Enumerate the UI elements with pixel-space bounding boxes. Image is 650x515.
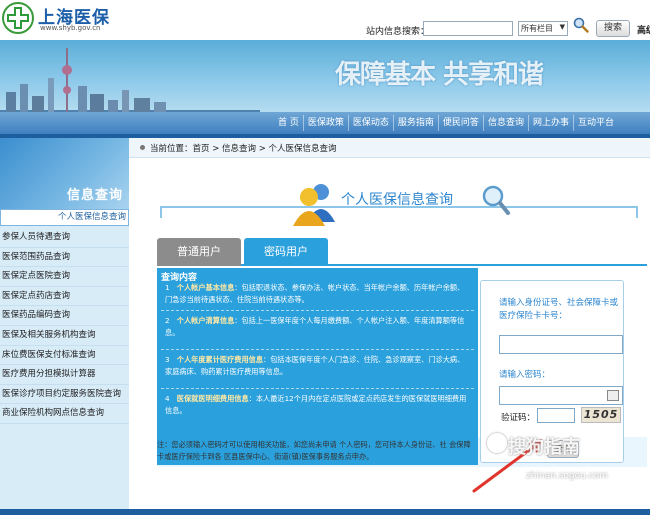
- search-button[interactable]: 搜索: [596, 20, 630, 37]
- password-label: 请输入密码：: [499, 370, 551, 380]
- info-item: 2 个人帐户清算信息：包括上一医保年度个人每月缴费额、个人帐户注入额、年度清算额…: [165, 316, 465, 337]
- footer-stripe: [0, 509, 650, 515]
- nav-item-query[interactable]: 信息查询: [482, 115, 528, 131]
- watermark-logo-icon: [487, 433, 507, 453]
- tab-normal-user[interactable]: 普通用户: [157, 238, 241, 266]
- nav-item-interactive[interactable]: 互动平台: [572, 115, 618, 131]
- nav-item-news[interactable]: 医保动态: [347, 115, 393, 131]
- sidebar-item[interactable]: 医疗费用分担模拟计算器: [0, 365, 129, 385]
- sidebar-item[interactable]: 医保药品编码查询: [0, 306, 129, 326]
- captcha-label: 验证码：: [501, 413, 536, 423]
- captcha-input[interactable]: [537, 408, 575, 423]
- sidebar-item[interactable]: 床位费医保支付标准查询: [0, 346, 129, 366]
- keyboard-icon[interactable]: [607, 390, 619, 401]
- info-item: 4 医保就医明细费用信息：本人最近12个月内在定点医院或定点药店发生的医保就医明…: [165, 394, 467, 415]
- bullet-icon: [140, 145, 145, 150]
- nav-item-online[interactable]: 网上办事: [527, 115, 573, 131]
- captcha-image[interactable]: 1505: [581, 407, 621, 423]
- sidebar-header: 信息查询: [0, 138, 129, 209]
- card-number-input[interactable]: [499, 335, 623, 354]
- search-scope-value: 所有栏目: [521, 24, 553, 33]
- divider: [161, 310, 474, 311]
- sidebar-item-active[interactable]: 个人医保信息查询: [0, 209, 129, 226]
- sidebar-item[interactable]: 医保范围药品查询: [0, 248, 129, 268]
- search-scope-select[interactable]: 所有栏目 ▼: [518, 21, 568, 36]
- magnifier-icon: [482, 185, 510, 215]
- sidebar-item[interactable]: 医保定点药店查询: [0, 287, 129, 307]
- info-item: 3 个人年度累计医疗费用信息：包括本医保年度个人门急诊、住院、急诊观察室、门诊大…: [165, 355, 465, 376]
- nav-item-faq[interactable]: 便民问答: [437, 115, 483, 131]
- page-root: 上海医保 www.shyb.gov.cn 站内信息搜索： 所有栏目 ▼ 搜索 高…: [0, 0, 650, 515]
- users-icon: [293, 184, 335, 226]
- search-icon[interactable]: [573, 17, 589, 33]
- advanced-search-link[interactable]: 高级: [637, 23, 650, 36]
- main-content: 个人医保信息查询 普通用户 密码用户 查询内容 1 个人帐户基本信息：包括职退状…: [129, 158, 650, 515]
- main-nav: 首 页 医保政策 医保动态 服务指南 便民问答 信息查询 网上办事 互动平台: [0, 112, 650, 134]
- page-title: 个人医保信息查询: [341, 192, 453, 208]
- banner-slogan: 保障基本 共享和谐: [335, 60, 544, 90]
- logo-url: www.shyb.gov.cn: [40, 24, 101, 32]
- sidebar: 信息查询 个人医保信息查询 参保人员待遇查询 医保范围药品查询 医保定点医院查询…: [0, 138, 129, 515]
- breadcrumb-text: 当前位置：首页 > 信息查询 > 个人医保信息查询: [150, 144, 337, 154]
- watermark-text: 搜狗指南: [508, 437, 580, 458]
- nav-item-policy[interactable]: 医保政策: [302, 115, 348, 131]
- divider: [161, 388, 474, 389]
- sidebar-item[interactable]: 医保定点医院查询: [0, 267, 129, 287]
- query-content-panel: 查询内容 1 个人帐户基本信息：包括职退状态、参保办法、帐户状态、当年帐户余额、…: [157, 268, 478, 465]
- search-label: 站内信息搜索：: [366, 27, 430, 37]
- info-item: 1 个人帐户基本信息：包括职退状态、参保办法、帐户状态、当年帐户余额、历年帐户余…: [165, 283, 465, 304]
- sidebar-item[interactable]: 医保诊疗项目约定服务医院查询: [0, 385, 129, 405]
- chevron-down-icon: ▼: [559, 23, 565, 31]
- sidebar-item[interactable]: 医保及相关服务机构查询: [0, 326, 129, 346]
- nav-item-home[interactable]: 首 页: [274, 115, 303, 131]
- sidebar-item[interactable]: 商业保险机构网点信息查询: [0, 404, 129, 424]
- logo-cross-icon: [2, 2, 34, 34]
- sidebar-title: 信息查询: [66, 188, 123, 203]
- user-type-tabs: 普通用户 密码用户: [157, 238, 647, 266]
- breadcrumb: 当前位置：首页 > 信息查询 > 个人医保信息查询: [129, 138, 650, 158]
- card-number-label: 请输入身份证号、社会保障卡或医疗保险卡卡号：: [499, 298, 619, 321]
- password-notice: 注：您必须输入密码才可以使用相关功能，如您尚未申请 个人密码，您可持本人身份证、…: [157, 440, 471, 461]
- sidebar-item[interactable]: 参保人员待遇查询: [0, 228, 129, 248]
- top-bar: 上海医保 www.shyb.gov.cn 站内信息搜索： 所有栏目 ▼ 搜索 高…: [0, 0, 650, 40]
- tab-password-user[interactable]: 密码用户: [244, 238, 328, 266]
- nav-item-guide[interactable]: 服务指南: [392, 115, 438, 131]
- search-input[interactable]: [423, 21, 513, 36]
- watermark-url: zhinan.sogou.com: [526, 471, 608, 481]
- sidebar-list: 参保人员待遇查询 医保范围药品查询 医保定点医院查询 医保定点药店查询 医保药品…: [0, 228, 129, 424]
- password-input[interactable]: [499, 386, 623, 405]
- divider: [161, 349, 474, 350]
- site-logo[interactable]: 上海医保 www.shyb.gov.cn: [2, 2, 152, 36]
